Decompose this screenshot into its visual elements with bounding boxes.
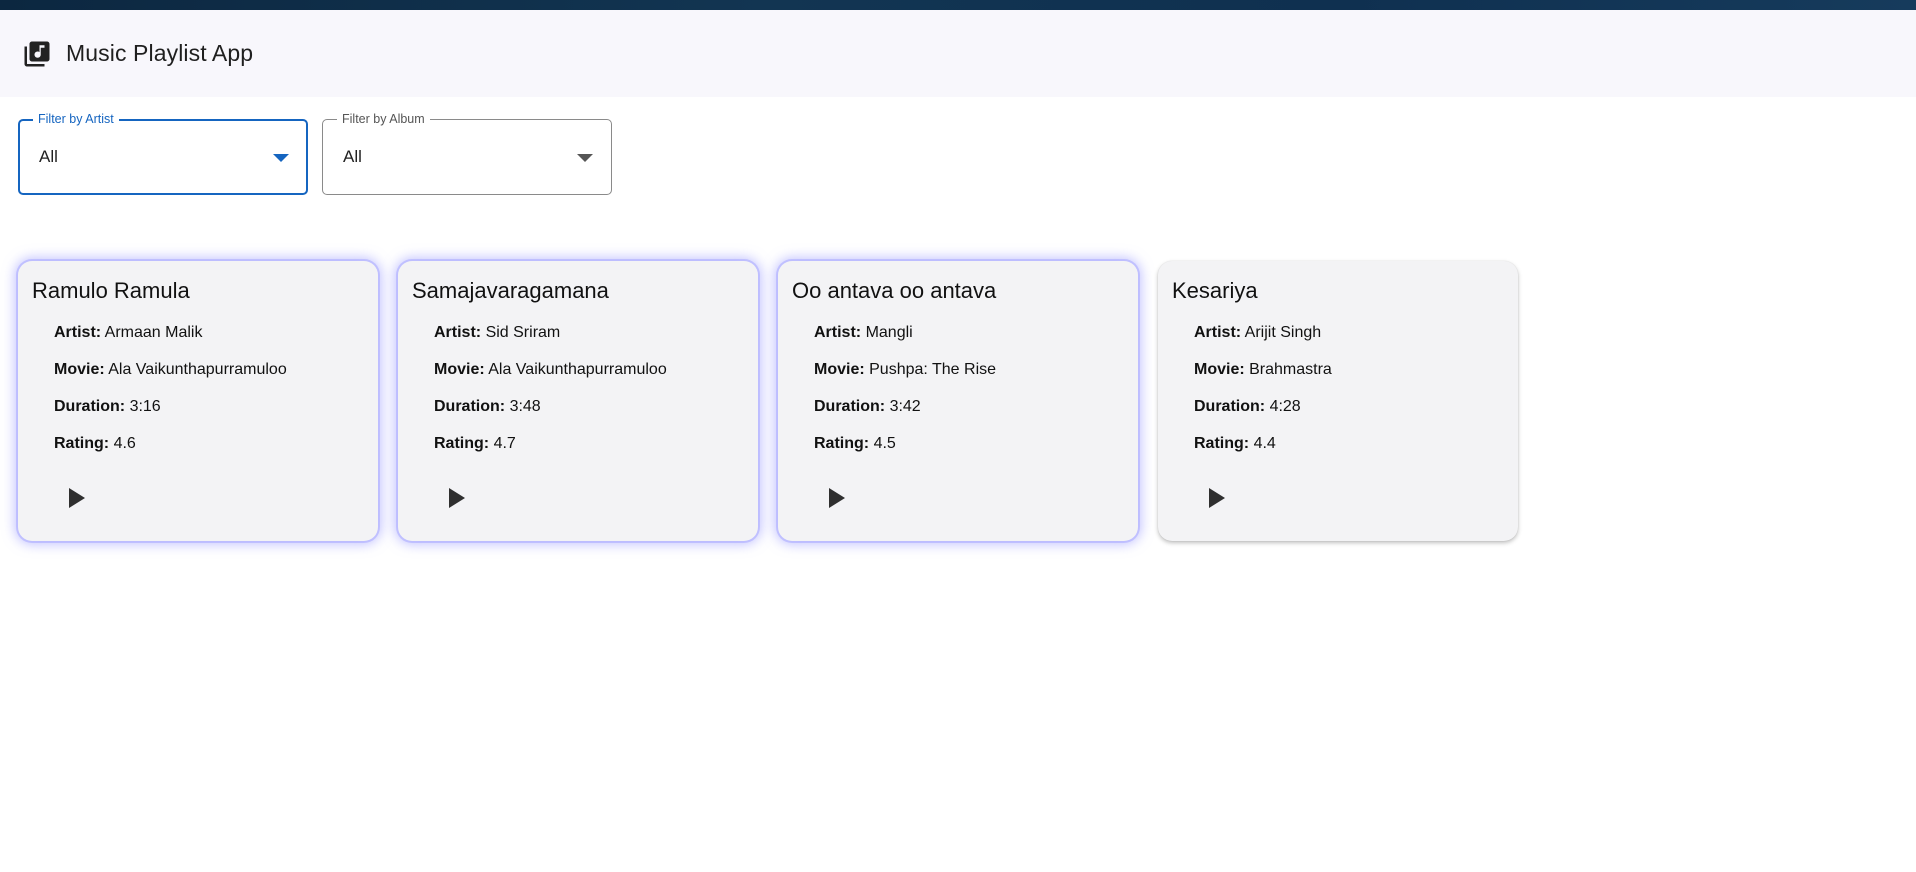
duration-label: Duration: [814,398,886,415]
song-rating: 4.7 [493,435,516,452]
song-duration: 3:48 [509,398,541,415]
artist-filter-value: All [39,147,58,166]
song-duration: 4:28 [1269,398,1301,415]
play-icon [69,488,85,508]
song-duration-row: Duration: 3:48 [434,397,744,417]
play-button[interactable] [58,481,92,515]
duration-label: Duration: [434,398,506,415]
rating-label: Rating: [434,435,490,452]
song-movie: Brahmastra [1249,361,1332,378]
album-filter-value: All [343,147,362,166]
song-title: Samajavaragamana [412,278,609,303]
filters-row: Filter by Artist All Filter by Album All [0,97,1916,195]
duration-label: Duration: [54,398,126,415]
song-rating: 4.6 [113,435,136,452]
song-title: Kesariya [1172,278,1258,303]
play-icon [449,488,465,508]
song-artist-row: Artist: Armaan Malik [54,323,364,343]
play-button[interactable] [818,481,852,515]
rating-label: Rating: [54,435,110,452]
song-duration: 3:16 [129,398,161,415]
song-rating: 4.5 [873,435,896,452]
artist-label: Artist: [814,324,862,341]
artist-label: Artist: [1194,324,1242,341]
library-music-icon [22,39,52,69]
duration-label: Duration: [1194,398,1266,415]
song-title: Oo antava oo antava [792,278,997,303]
artist-filter-select[interactable]: Filter by Artist All [18,112,308,195]
song-artist-row: Artist: Sid Sriram [434,323,744,343]
dropdown-arrow-icon [273,154,289,162]
song-artist: Mangli [865,324,913,341]
movie-label: Movie: [54,361,105,378]
artist-label: Artist: [54,324,102,341]
play-icon [1209,488,1225,508]
top-banner-strip [0,0,1916,10]
rating-label: Rating: [814,435,870,452]
app-bar: Music Playlist App [0,10,1916,97]
movie-label: Movie: [434,361,485,378]
song-duration: 3:42 [889,398,921,415]
song-movie-row: Movie: Brahmastra [1194,360,1504,380]
rating-label: Rating: [1194,435,1250,452]
song-movie-row: Movie: Pushpa: The Rise [814,360,1124,380]
song-card: Samajavaragamana Artist: Sid Sriram Movi… [398,261,758,541]
song-artist: Arijit Singh [1244,324,1322,341]
song-duration-row: Duration: 4:28 [1194,397,1504,417]
play-button[interactable] [438,481,472,515]
song-movie: Ala Vaikunthapurramuloo [488,361,667,378]
song-movie-row: Movie: Ala Vaikunthapurramuloo [434,360,744,380]
song-rating-row: Rating: 4.4 [1194,434,1504,454]
song-rating-row: Rating: 4.5 [814,434,1124,454]
movie-label: Movie: [814,361,865,378]
album-filter-select[interactable]: Filter by Album All [322,112,612,195]
artist-filter-label: Filter by Artist [33,112,119,126]
song-rating-row: Rating: 4.7 [434,434,744,454]
song-artist: Sid Sriram [485,324,561,341]
album-filter-label: Filter by Album [337,112,430,126]
song-card: Kesariya Artist: Arijit Singh Movie: Bra… [1158,261,1518,541]
song-duration-row: Duration: 3:16 [54,397,364,417]
artist-label: Artist: [434,324,482,341]
song-movie-row: Movie: Ala Vaikunthapurramuloo [54,360,364,380]
song-artist-row: Artist: Arijit Singh [1194,323,1504,343]
movie-label: Movie: [1194,361,1245,378]
song-rating-row: Rating: 4.6 [54,434,364,454]
song-card: Ramulo Ramula Artist: Armaan Malik Movie… [18,261,378,541]
song-duration-row: Duration: 3:42 [814,397,1124,417]
song-rating: 4.4 [1253,435,1276,452]
play-button[interactable] [1198,481,1232,515]
dropdown-arrow-icon [577,154,593,162]
app-title: Music Playlist App [66,40,254,66]
song-artist: Armaan Malik [104,324,203,341]
song-card-list: Ramulo Ramula Artist: Armaan Malik Movie… [0,195,1916,541]
song-title: Ramulo Ramula [32,278,190,303]
song-artist-row: Artist: Mangli [814,323,1124,343]
play-icon [829,488,845,508]
song-movie: Ala Vaikunthapurramuloo [108,361,287,378]
song-movie: Pushpa: The Rise [869,361,997,378]
song-card: Oo antava oo antava Artist: Mangli Movie… [778,261,1138,541]
